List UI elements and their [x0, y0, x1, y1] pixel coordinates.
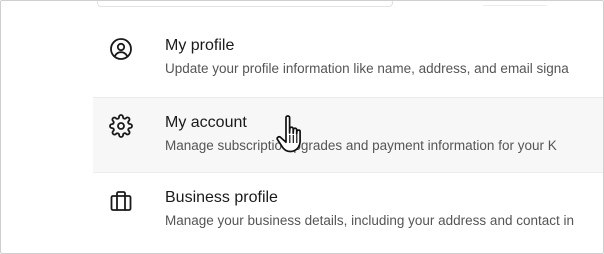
- menu-item-description: Update your profile information like nam…: [165, 61, 569, 76]
- gear-icon: [109, 114, 133, 138]
- window-frame: My profile Update your profile informati…: [0, 0, 604, 254]
- menu-item-description: Manage subscriptio upgrades and payment …: [165, 138, 557, 153]
- menu-item-title: Business profile: [165, 189, 278, 206]
- menu-item-my-profile[interactable]: My profile Update your profile informati…: [93, 21, 603, 97]
- menu-item-title: My account: [165, 114, 247, 131]
- search-field-edge[interactable]: [97, 1, 393, 7]
- menu-item-description: Manage your business details, including …: [165, 213, 574, 228]
- menu-item-my-account[interactable]: My account Manage subscriptio upgrades a…: [93, 97, 603, 173]
- hand-pointer-icon: [273, 113, 313, 161]
- user-circle-icon: [109, 37, 133, 61]
- menu-item-business-profile[interactable]: Business profile Manage your business de…: [93, 173, 603, 249]
- settings-menu: My profile Update your profile informati…: [93, 21, 603, 249]
- briefcase-icon: [109, 189, 133, 213]
- menu-item-title: My profile: [165, 37, 235, 54]
- header-edge: [483, 1, 547, 6]
